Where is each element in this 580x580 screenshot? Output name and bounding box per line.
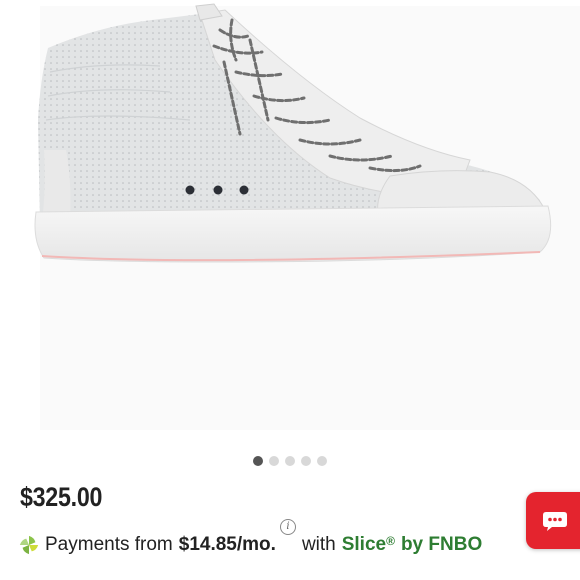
carousel-dot[interactable] [253, 456, 263, 466]
registered-mark: ® [386, 534, 395, 548]
financing-provider: Slice [341, 534, 387, 555]
info-icon[interactable]: i [279, 519, 296, 535]
image-carousel-indicator [0, 456, 580, 466]
carousel-dot[interactable] [285, 456, 295, 466]
chat-bubble-icon [543, 511, 567, 531]
chat-button[interactable] [526, 492, 580, 549]
slice-pinwheel-icon [19, 535, 39, 555]
carousel-dot[interactable] [301, 456, 311, 466]
product-image-area[interactable] [0, 0, 580, 445]
financing-bank: by FNBO [400, 534, 483, 555]
monthly-payment-amount: $14.85/mo. [178, 534, 276, 555]
financing-with-text: with [301, 534, 336, 555]
carousel-dot[interactable] [317, 456, 327, 466]
sneaker-image [34, 3, 552, 263]
financing-row[interactable]: Payments from $14.85/mo. i with Slice ® b… [18, 519, 483, 559]
product-price: $325.00 [20, 482, 103, 512]
carousel-dot[interactable] [269, 456, 279, 466]
financing-prefix: Payments from [45, 534, 173, 555]
